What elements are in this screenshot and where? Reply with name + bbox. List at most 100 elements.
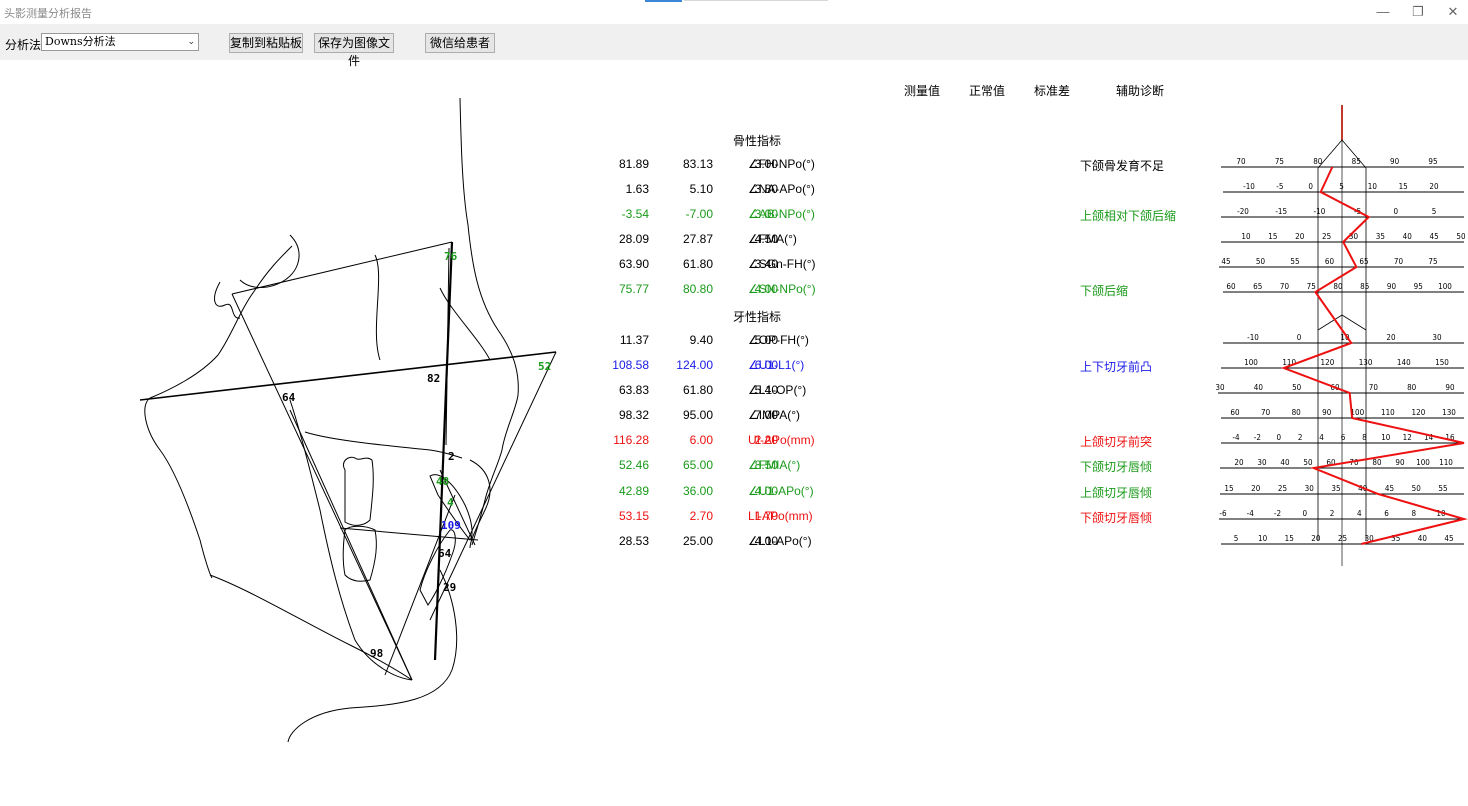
tick-label: 20: [1429, 182, 1439, 191]
measured-value: -3.54: [621, 207, 649, 221]
tick-label: 45: [1430, 232, 1439, 241]
tick-label: 0: [1302, 509, 1307, 518]
title-accent-line: [645, 0, 682, 2]
tick-label: 80: [1292, 408, 1302, 417]
measured-value: 98.32: [618, 408, 649, 422]
standard-deviation: 4.00: [754, 484, 778, 498]
diagnosis-text: 上颌切牙唇倾: [1080, 486, 1153, 500]
deviation-chart: 70 75 80 85 90 95-10 -5 0 5 10 15 20-20 -15 -10 -5 0 510…: [1216, 105, 1468, 566]
tick-label: 20: [1311, 534, 1321, 543]
tick-label: 85: [1352, 157, 1361, 166]
table-row: ∠AB-NPo(°) -3.54 -7.00 3.00 上颌相对下颌后缩: [0, 207, 1180, 227]
tick-label: 70: [1369, 383, 1379, 392]
tick-label: 90: [1322, 408, 1332, 417]
tick-label: 100: [1244, 358, 1258, 367]
tick-label: 55: [1290, 257, 1299, 266]
table-row: ∠U1-APo(°) 42.89 36.00 4.00 上颌切牙唇倾: [0, 484, 1180, 504]
header-sd: 标准差: [1034, 84, 1071, 98]
wechat-patient-button[interactable]: 微信给患者: [425, 33, 495, 53]
tick-label: 50: [1303, 458, 1313, 467]
tick-label: 75: [1275, 157, 1284, 166]
tick-label: 80: [1407, 383, 1417, 392]
tick-label: 50: [1412, 484, 1422, 493]
tick-label: 30: [1349, 232, 1359, 241]
tick-label: 35: [1331, 484, 1340, 493]
tick-label: 0: [1308, 182, 1313, 191]
close-button[interactable]: ✕: [1438, 2, 1468, 22]
tick-label: 15: [1285, 534, 1294, 543]
tick-label: 80: [1333, 282, 1343, 291]
tick-label: 95: [1428, 157, 1437, 166]
tick-label: 10: [1381, 433, 1391, 442]
tick-label: 130: [1442, 408, 1456, 417]
tick-label: 95: [1414, 282, 1423, 291]
tick-label: -10: [1243, 182, 1255, 191]
tick-label: 150: [1435, 358, 1449, 367]
tick-label: 20: [1234, 458, 1244, 467]
method-select[interactable]: Downs分析法 ⌄: [41, 33, 199, 51]
tick-label: 130: [1359, 358, 1373, 367]
tick-label: 120: [1412, 408, 1426, 417]
normal-value: 27.87: [682, 232, 713, 246]
normal-value: -7.00: [685, 207, 713, 221]
measured-value: 28.53: [618, 534, 649, 548]
table-row: ∠U1-L1(°) 108.58 124.00 6.00 上下切牙前凸: [0, 358, 1180, 378]
tick-label: 25: [1278, 484, 1287, 493]
tick-label: -20: [1237, 207, 1249, 216]
tick-label: 6: [1384, 509, 1389, 518]
tick-label: 90: [1445, 383, 1455, 392]
tick-label: 30: [1216, 383, 1225, 392]
copy-to-clipboard-button[interactable]: 复制到粘贴板: [229, 33, 303, 53]
tick-label: 140: [1397, 358, 1411, 367]
tick-label: 70: [1236, 157, 1246, 166]
standard-deviation: 4.00: [754, 282, 778, 296]
tick-label: -4: [1247, 509, 1255, 518]
minimize-button[interactable]: —: [1368, 2, 1398, 22]
tick-label: 25: [1338, 534, 1347, 543]
standard-deviation: 6.00: [754, 358, 778, 372]
standard-deviation: 4.50: [754, 232, 778, 246]
tick-label: 0: [1394, 207, 1399, 216]
tick-label: -10: [1314, 207, 1326, 216]
title-divider-line: [684, 0, 828, 1]
tick-label: 35: [1376, 232, 1385, 241]
maximize-button[interactable]: ❐: [1403, 2, 1433, 22]
table-row: ∠SN-NPo(°) 75.77 80.80 4.00 下颌后缩: [0, 282, 1180, 302]
tick-label: 2: [1298, 433, 1303, 442]
tick-label: 4: [1319, 433, 1324, 442]
tick-label: 45: [1444, 534, 1453, 543]
measured-value: 53.15: [618, 509, 649, 523]
standard-deviation: 3.00: [754, 207, 778, 221]
normal-value: 2.70: [689, 509, 713, 523]
tick-label: 90: [1395, 458, 1405, 467]
tick-label: 65: [1359, 257, 1368, 266]
tick-label: 70: [1280, 282, 1290, 291]
tick-label: 60: [1226, 282, 1236, 291]
table-row: ∠L1-OP(°) 63.83 61.80 5.40: [0, 383, 1180, 403]
diagnosis-text: 上颌相对下颌后缩: [1080, 209, 1177, 223]
standard-deviation: 8.50: [754, 458, 778, 472]
method-label: 分析法: [5, 38, 42, 52]
tick-label: 6: [1341, 433, 1346, 442]
tick-label: 5: [1234, 534, 1239, 543]
window-title: 头影测量分析报告: [4, 8, 92, 20]
method-select-value: Downs分析法: [45, 35, 116, 48]
table-row: UI-APo(mm) 116.28 6.00 2.20 上颌切牙前突: [0, 433, 1180, 453]
tick-label: 50: [1256, 257, 1266, 266]
tick-label: 15: [1224, 484, 1233, 493]
tick-label: -4: [1232, 433, 1240, 442]
toolbar: 分析法 Downs分析法 ⌄ 复制到粘贴板 保存为图像文件 微信给患者: [0, 24, 1468, 68]
diagnosis-text: 上颌切牙前突: [1080, 435, 1153, 449]
tick-label: 90: [1387, 282, 1397, 291]
tick-label: -5: [1276, 182, 1283, 191]
save-image-button[interactable]: 保存为图像文件: [314, 33, 394, 68]
section-skeletal: 骨性指标: [733, 134, 782, 148]
tick-label: 50: [1456, 232, 1466, 241]
table-row: ∠IMPA(°) 98.32 95.00 7.00: [0, 408, 1180, 428]
table-row: ∠FMA(°) 28.09 27.87 4.50: [0, 232, 1180, 252]
tick-label: 10: [1368, 182, 1378, 191]
tick-label: 25: [1322, 232, 1331, 241]
tick-label: 20: [1386, 333, 1396, 342]
tick-label: 30: [1305, 484, 1315, 493]
angle-label: 29: [443, 581, 456, 594]
